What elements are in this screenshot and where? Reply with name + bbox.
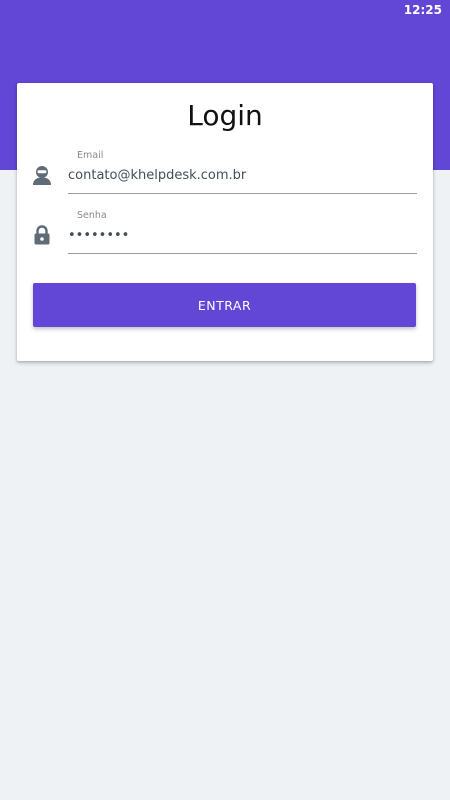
password-field[interactable]: Senha •••••••• [17, 207, 433, 267]
login-button[interactable]: ENTRAR [33, 283, 416, 327]
email-input[interactable] [68, 168, 417, 183]
email-field[interactable]: Email [17, 147, 433, 207]
login-card: Login Email Senha •••••••• ENTRAR [17, 83, 433, 361]
password-input[interactable]: •••••••• [68, 228, 417, 243]
user-icon [31, 164, 53, 186]
email-underline [68, 193, 417, 194]
page-title: Login [187, 99, 263, 132]
status-bar: 12:25 [0, 0, 450, 24]
email-label: Email [77, 150, 104, 161]
lock-icon [31, 224, 53, 246]
password-label: Senha [77, 210, 107, 221]
status-time: 12:25 [403, 3, 442, 17]
password-underline [68, 253, 417, 254]
